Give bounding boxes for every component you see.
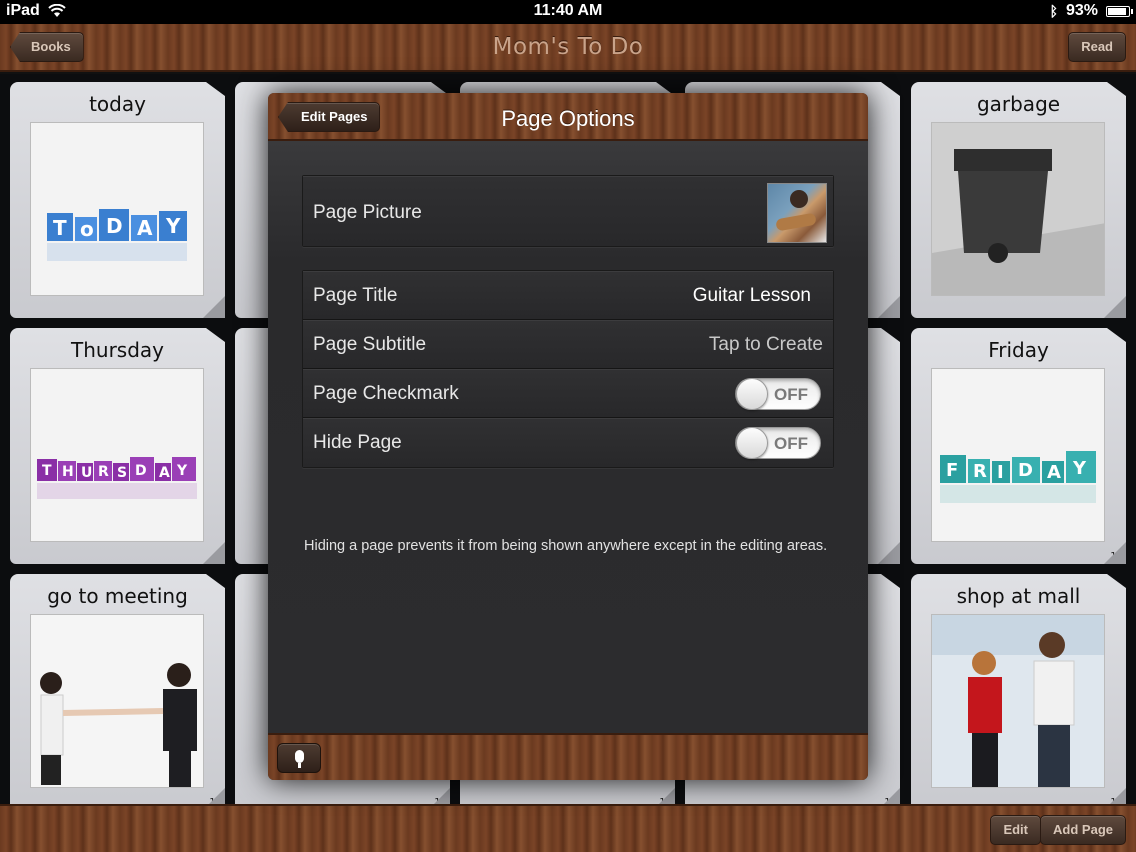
battery-icon [1106,5,1133,17]
tile-title: shop at mall [956,584,1081,608]
block-letter: A [159,465,170,481]
block-letter: S [117,465,127,481]
block-letter: D [1018,460,1033,481]
block-letter: Y [176,463,188,479]
page-checkmark-toggle[interactable]: OFF [735,378,821,410]
hide-page-label: Hide Page [313,432,402,453]
bottom-toolbar: Edit Add Page [0,804,1136,852]
page-tile[interactable]: garbage 5 [911,82,1126,318]
page-title: Mom's To Do [492,34,644,60]
tile-image-meeting [30,614,204,788]
page-subtitle-value: Tap to Create [708,334,823,355]
page-curl [1104,542,1126,564]
edit-button[interactable]: Edit [990,815,1041,845]
page-curl [878,542,900,564]
page-subtitle-row[interactable]: Page Subtitle Tap to Create [303,320,833,369]
page-checkmark-row: Page Checkmark OFF [303,369,833,418]
tile-title: garbage [976,92,1061,116]
page-subtitle-label: Page Subtitle [313,334,427,355]
nav-bar: Books Mom's To Do Read [0,24,1136,72]
toggle-state: OFF [774,434,808,453]
page-tile[interactable]: Thursday T H U R S D A Y 6 [10,328,225,564]
toggle-knob [736,427,768,459]
block-letter: D [135,463,147,479]
page-picture-row[interactable]: Page Picture [303,176,833,246]
tile-title: Friday [988,338,1049,362]
block-letter: T [53,216,67,240]
page-checkmark-label: Page Checkmark [313,383,459,404]
picture-group: Page Picture [302,175,834,247]
page-curl [203,296,225,318]
record-audio-button[interactable] [277,743,321,773]
block-letter: U [81,465,92,481]
modal-header: Edit Pages Page Options [268,93,868,141]
bluetooth-icon: ᛒ [1049,3,1058,19]
tile-image-garbage [931,122,1105,296]
block-letter: Y [1072,458,1087,479]
block-letter: Y [165,214,181,238]
microphone-icon [295,750,304,768]
tile-image-mall [931,614,1105,788]
modal-footer [268,733,868,780]
tile-image-today: T o D A Y [30,122,204,296]
tile-title: go to meeting [47,584,188,608]
block-letter: F [946,460,958,481]
page-title-label: Page Title [313,285,398,306]
block-letter: R [973,461,987,482]
page-picture-thumbnail[interactable] [767,183,827,243]
page-tile[interactable]: shop at mall 15 [911,574,1126,810]
page-title-value: Guitar Lesson [692,285,811,306]
toggle-knob [736,378,768,410]
page-picture-label: Page Picture [313,202,422,223]
battery-fill [1108,7,1126,15]
modal-body: Page Picture Page Title Guitar Lesson Pa… [268,141,868,733]
block-letter: H [62,464,74,480]
block-letter: R [98,464,109,480]
page-tile[interactable]: today T o D A Y 1 [10,82,225,318]
add-page-button[interactable]: Add Page [1040,815,1126,845]
tile-title: Thursday [71,338,164,362]
page-curl [1104,296,1126,318]
page-curl [878,296,900,318]
options-group: Page Title Guitar Lesson Page Subtitle T… [302,270,834,468]
status-bar: iPad 11:40 AM ᛒ 93% [0,0,1136,24]
read-button[interactable]: Read [1068,32,1126,62]
block-letter: D [106,214,123,238]
tile-image-thursday: T H U R S D A Y [30,368,204,542]
tile-image-friday: F R I D A Y [931,368,1105,542]
block-letter: o [80,217,94,241]
status-time: 11:40 AM [533,2,603,19]
page-tile[interactable]: go to meeting 11 [10,574,225,810]
battery-percent: 93% [1065,2,1098,19]
block-letter: A [1047,462,1061,483]
block-letter: T [42,463,52,479]
toggle-state: OFF [774,385,808,404]
page-options-modal: Edit Pages Page Options Page Picture Pag… [268,93,868,780]
page-title-row[interactable]: Page Title Guitar Lesson [303,271,833,320]
modal-title: Page Options [501,106,635,131]
page-tile[interactable]: Friday F R I D A Y 10 [911,328,1126,564]
hide-page-toggle[interactable]: OFF [735,427,821,459]
tile-title: today [89,92,146,116]
hide-page-row: Hide Page OFF [303,418,833,467]
page-curl [203,542,225,564]
hide-page-note: Hiding a page prevents it from being sho… [304,538,828,554]
block-letter: I [997,462,1004,483]
block-letter: A [137,216,153,240]
